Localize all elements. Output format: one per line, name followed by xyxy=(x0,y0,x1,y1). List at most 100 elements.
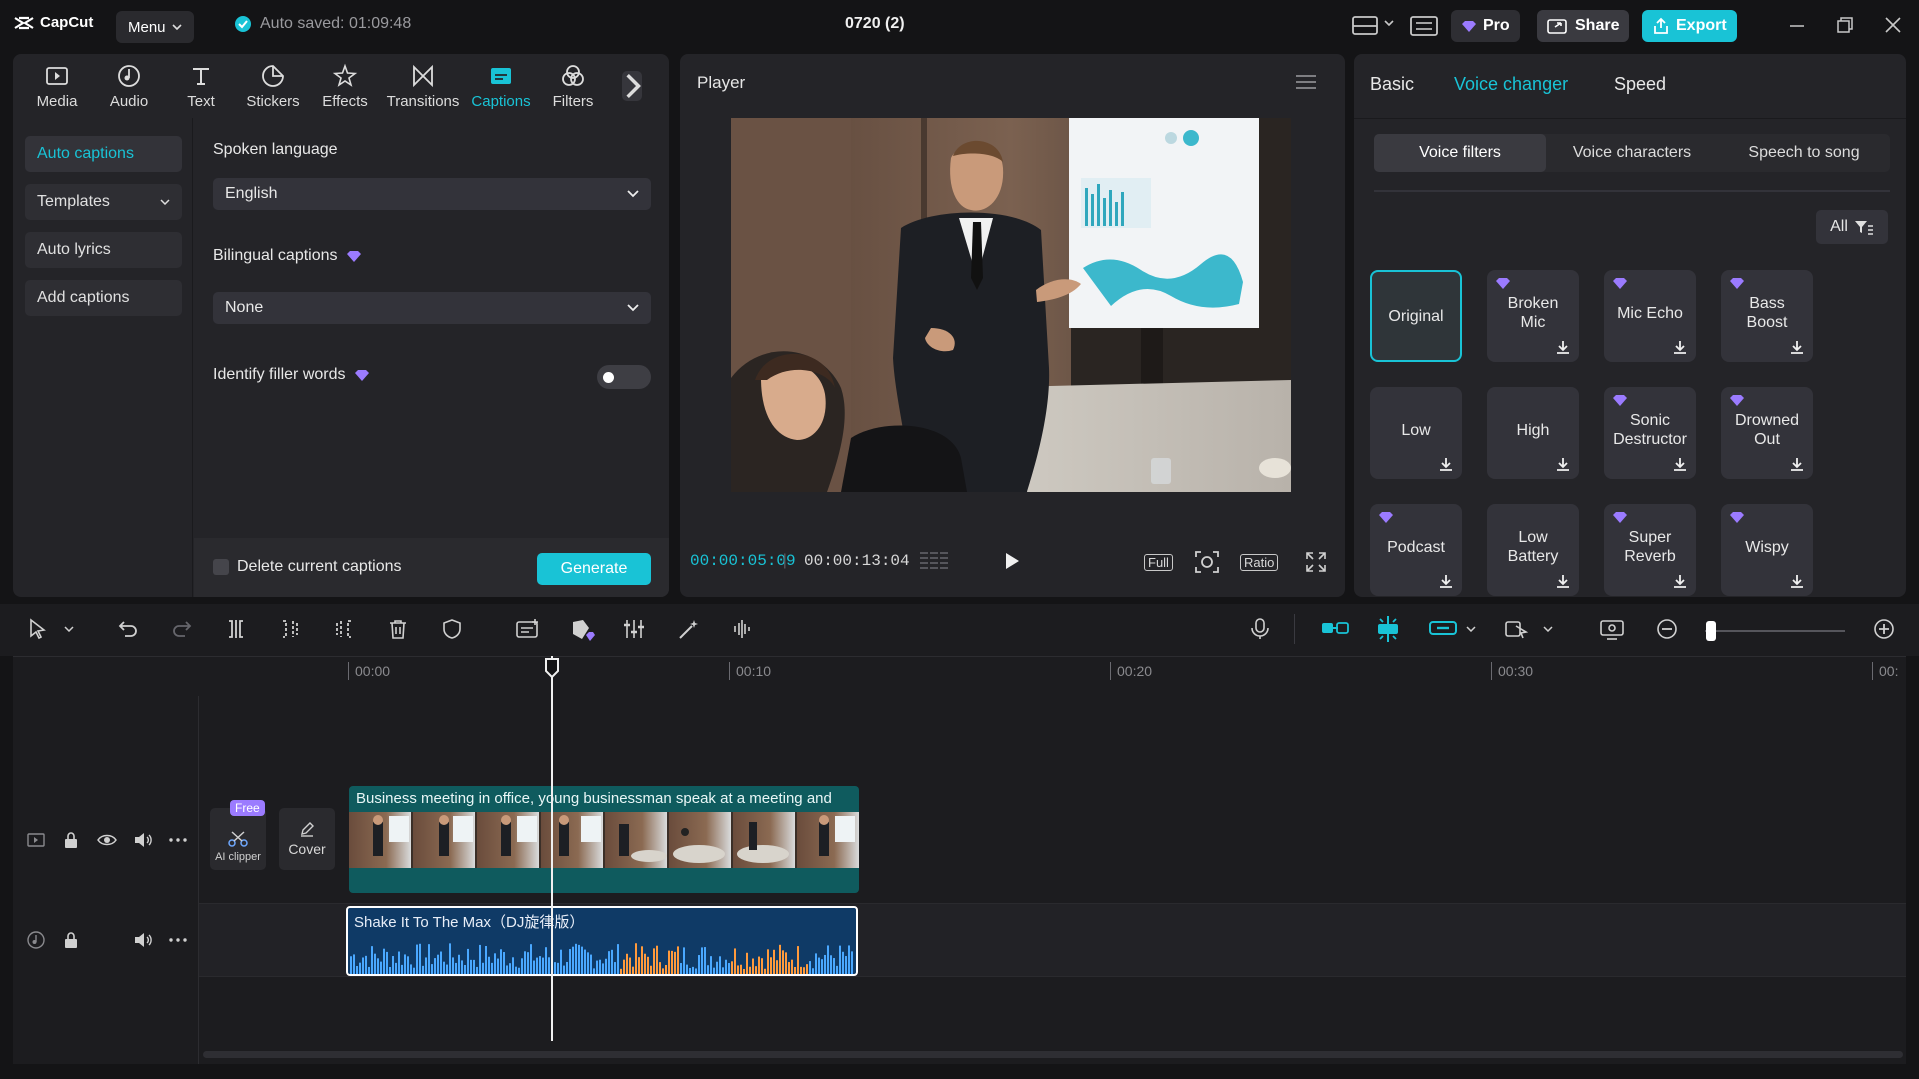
linkage-icon[interactable] xyxy=(1428,618,1458,638)
chevron-down-icon[interactable] xyxy=(1384,20,1394,26)
share-button[interactable]: Share xyxy=(1537,10,1630,42)
adjust-icon[interactable] xyxy=(623,618,645,640)
pro-button[interactable]: Pro xyxy=(1451,10,1520,42)
download-icon[interactable] xyxy=(1789,456,1805,472)
chevron-down-icon[interactable] xyxy=(1543,626,1553,632)
audio-clip[interactable]: Shake It To The Max（DJ旋律版） xyxy=(346,906,858,976)
export-button[interactable]: Export xyxy=(1642,10,1737,42)
speaker-icon[interactable] xyxy=(133,932,153,948)
download-icon[interactable] xyxy=(1555,573,1571,589)
tool-text[interactable]: Text xyxy=(165,54,237,118)
download-icon[interactable] xyxy=(1789,339,1805,355)
full-quality-button[interactable]: Full xyxy=(1144,554,1173,571)
voice-filter-broken-mic[interactable]: Broken Mic xyxy=(1487,270,1579,362)
delete-captions-checkbox[interactable]: Delete current captions xyxy=(213,558,402,576)
filter-all-button[interactable]: All xyxy=(1816,210,1888,244)
select-tool-icon[interactable] xyxy=(28,618,48,640)
more-options-icon[interactable] xyxy=(169,838,187,842)
nav-auto-lyrics[interactable]: Auto lyrics xyxy=(25,232,182,268)
add-caption-clip-icon[interactable] xyxy=(515,618,541,640)
voice-filter-high[interactable]: High xyxy=(1487,387,1579,479)
generate-button[interactable]: Generate xyxy=(537,553,651,585)
screenshot-frame-icon[interactable] xyxy=(1194,550,1220,574)
nav-add-captions[interactable]: Add captions xyxy=(25,280,182,316)
voice-filter-original[interactable]: Original xyxy=(1370,270,1462,362)
voice-filter-low-battery[interactable]: Low Battery xyxy=(1487,504,1579,596)
timeline-scrollbar[interactable] xyxy=(203,1051,1903,1058)
download-icon[interactable] xyxy=(1438,573,1454,589)
project-title[interactable]: 0720 (2) xyxy=(845,15,905,33)
voice-filter-bass-boost[interactable]: Bass Boost xyxy=(1721,270,1813,362)
ai-clipper-button[interactable]: Free AI clipper xyxy=(210,800,266,870)
timeline-preview-icon[interactable] xyxy=(1599,618,1625,640)
timecode-grid-icon[interactable] xyxy=(918,550,950,572)
tool-filters[interactable]: Filters xyxy=(537,54,609,118)
microphone-icon[interactable] xyxy=(1250,618,1270,640)
nav-templates[interactable]: Templates xyxy=(25,184,182,220)
chevron-down-icon[interactable] xyxy=(64,626,74,632)
tool-transitions[interactable]: Transitions xyxy=(381,54,465,118)
checkbox-box[interactable] xyxy=(213,559,229,575)
magic-wand-icon[interactable] xyxy=(677,618,701,640)
voice-filter-super-reverb[interactable]: Super Reverb xyxy=(1604,504,1696,596)
chevron-down-icon[interactable] xyxy=(1466,626,1476,632)
fullscreen-icon[interactable] xyxy=(1305,551,1327,573)
auto-snap-icon[interactable] xyxy=(1374,615,1402,643)
download-icon[interactable] xyxy=(1672,456,1688,472)
subtab-speech-to-song[interactable]: Speech to song xyxy=(1718,134,1890,172)
trash-icon[interactable] xyxy=(387,618,409,640)
preview-axis-icon[interactable] xyxy=(1504,618,1532,640)
tools-scroll-right-button[interactable] xyxy=(609,54,655,118)
subtab-voice-filters[interactable]: Voice filters xyxy=(1374,134,1546,172)
ratio-button[interactable]: Ratio xyxy=(1240,554,1279,571)
delete-left-icon[interactable] xyxy=(279,618,301,640)
keyboard-icon[interactable] xyxy=(1410,15,1438,37)
tool-captions[interactable]: Captions xyxy=(465,54,537,118)
undo-icon[interactable] xyxy=(117,618,139,640)
redo-icon[interactable] xyxy=(171,618,193,640)
speaker-icon[interactable] xyxy=(133,832,153,848)
layout-icon[interactable] xyxy=(1352,14,1380,36)
lock-icon[interactable] xyxy=(63,931,79,949)
delete-right-icon[interactable] xyxy=(333,618,355,640)
download-icon[interactable] xyxy=(1438,456,1454,472)
video-preview[interactable] xyxy=(731,118,1291,492)
tool-audio[interactable]: Audio xyxy=(93,54,165,118)
video-clip[interactable]: Business meeting in office, young busine… xyxy=(349,786,859,893)
tool-media[interactable]: Media xyxy=(21,54,93,118)
tab-basic[interactable]: Basic xyxy=(1370,74,1414,95)
split-icon[interactable] xyxy=(225,618,247,640)
lock-icon[interactable] xyxy=(63,831,79,849)
hamburger-menu-icon[interactable] xyxy=(1295,74,1317,90)
zoom-in-icon[interactable] xyxy=(1873,618,1895,640)
filler-words-toggle[interactable] xyxy=(597,365,651,389)
tab-voice-changer[interactable]: Voice changer xyxy=(1454,74,1568,95)
voice-filter-mic-echo[interactable]: Mic Echo xyxy=(1604,270,1696,362)
voice-filter-wispy[interactable]: Wispy xyxy=(1721,504,1813,596)
eye-icon[interactable] xyxy=(97,832,117,848)
zoom-slider-track[interactable] xyxy=(1705,630,1845,632)
zoom-slider-handle[interactable] xyxy=(1705,621,1716,641)
nav-auto-captions[interactable]: Auto captions xyxy=(25,136,182,172)
download-icon[interactable] xyxy=(1789,573,1805,589)
download-icon[interactable] xyxy=(1555,456,1571,472)
download-icon[interactable] xyxy=(1555,339,1571,355)
restore-icon[interactable] xyxy=(1836,16,1854,34)
voice-filter-podcast[interactable]: Podcast xyxy=(1370,504,1462,596)
playhead-line[interactable] xyxy=(551,656,553,1041)
spoken-language-select[interactable]: English xyxy=(213,178,651,210)
download-icon[interactable] xyxy=(1672,573,1688,589)
more-options-icon[interactable] xyxy=(169,938,187,942)
tab-speed[interactable]: Speed xyxy=(1614,74,1666,95)
zoom-out-icon[interactable] xyxy=(1656,618,1678,640)
minimize-icon[interactable] xyxy=(1788,16,1806,34)
voice-filter-sonic-destructor[interactable]: Sonic Destructor xyxy=(1604,387,1696,479)
close-icon[interactable] xyxy=(1884,16,1902,34)
voice-filter-drowned-out[interactable]: Drowned Out xyxy=(1721,387,1813,479)
playhead-handle[interactable] xyxy=(545,658,559,678)
main-track-magnet-icon[interactable] xyxy=(1320,618,1350,638)
menu-button[interactable]: Menu xyxy=(116,11,194,43)
voice-filter-low[interactable]: Low xyxy=(1370,387,1462,479)
audio-split-icon[interactable] xyxy=(731,618,753,640)
tool-effects[interactable]: Effects xyxy=(309,54,381,118)
